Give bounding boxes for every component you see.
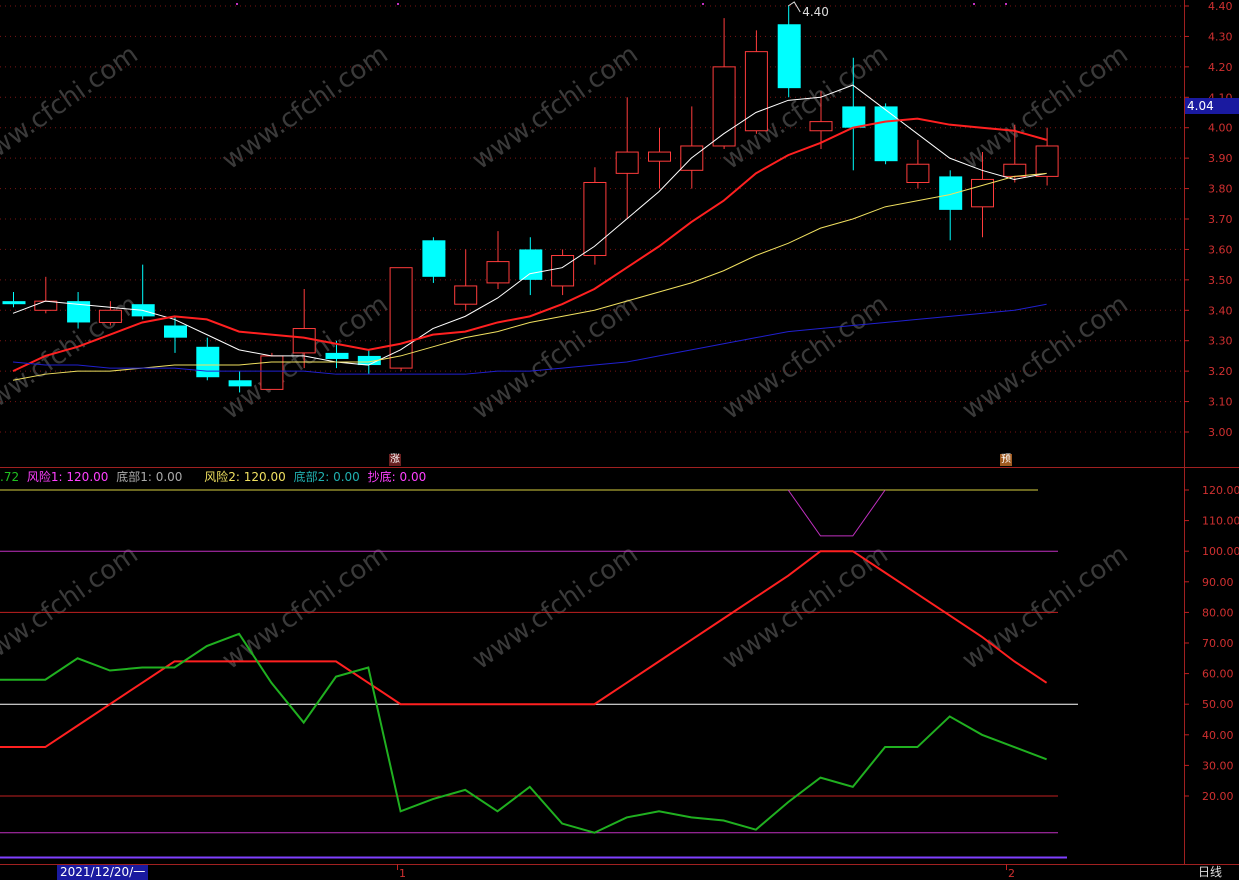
watermark-text: www.cfchi.com — [957, 539, 1134, 675]
signal-marker-zhang: 涨 — [389, 454, 401, 466]
indicator-series-line — [0, 632, 1047, 834]
legend-item: .72 — [0, 470, 20, 484]
cursor-date-label: 2021/12/20/一 — [57, 865, 149, 880]
candle-body-up — [809, 121, 833, 132]
indicator-tick-label: 80.00 — [1202, 606, 1234, 619]
candle-body-down — [196, 346, 220, 378]
candle-body-up — [292, 328, 316, 354]
candle-body-down — [325, 352, 349, 359]
top-marker-dot — [397, 3, 399, 5]
watermark-text: www.cfchi.com — [0, 539, 144, 675]
watermark-text: www.cfchi.com — [467, 539, 644, 675]
price-tick-label: 3.20 — [1208, 365, 1233, 378]
candle-body-up — [1035, 145, 1059, 177]
candle-body-down — [2, 301, 26, 305]
candle-body-up — [615, 151, 639, 174]
indicator-series-line — [0, 550, 1048, 749]
top-marker-dot — [973, 3, 975, 5]
high-price-label: 4.40 — [802, 5, 829, 19]
candle-body-down — [939, 176, 963, 210]
watermark-text: www.cfchi.com — [0, 39, 144, 175]
legend-item: 底部1: 0.00 — [116, 470, 183, 484]
candle-body-down — [842, 106, 866, 128]
price-tick-label: 3.30 — [1208, 335, 1233, 348]
price-tick-label: 3.90 — [1208, 152, 1233, 165]
price-tick-label: 4.30 — [1208, 30, 1233, 43]
top-marker-dot — [236, 3, 238, 5]
candle-body-up — [906, 163, 930, 183]
candle-body-down — [519, 249, 543, 280]
indicator-tick-label: 70.00 — [1202, 637, 1234, 650]
time-tick-label: 2 — [1008, 867, 1015, 880]
indicator-tick-label: 50.00 — [1202, 698, 1234, 711]
candle-body-up — [486, 261, 510, 284]
signal-marker-yu: 预 — [1000, 454, 1012, 466]
indicator-tick-label: 30.00 — [1202, 759, 1234, 772]
price-tick-label: 3.40 — [1208, 304, 1233, 317]
time-tick-label: 1 — [399, 867, 406, 880]
candle-body-up — [551, 255, 575, 287]
price-tick-label: 3.10 — [1208, 396, 1233, 409]
legend-item: 风险1: 120.00 — [26, 470, 109, 484]
candle-body-down — [164, 325, 187, 338]
top-marker-dot — [702, 3, 704, 5]
indicator-tick-label: 40.00 — [1202, 729, 1234, 742]
price-tick-label: 3.00 — [1208, 426, 1233, 439]
price-tick-label: 4.40 — [1208, 0, 1233, 13]
indicator-tick-label: 100.00 — [1202, 545, 1239, 558]
watermark-text: www.cfchi.com — [717, 39, 894, 175]
indicator-tick-label: 110.00 — [1202, 515, 1239, 528]
candle-body-down — [777, 24, 801, 89]
indicator-tick-label: 120.00 — [1202, 484, 1239, 497]
candle-body-up — [1003, 163, 1027, 177]
candle-body-down — [228, 380, 252, 387]
period-label[interactable]: 日线 — [1198, 865, 1222, 880]
candle-body-up — [98, 309, 122, 323]
candle-body-down — [422, 240, 446, 277]
candle-body-up — [454, 285, 478, 305]
stock-chart[interactable]: www.cfchi.com www.cfchi.com www.cfchi.com w… — [0, 0, 1239, 880]
indicator-series-line — [787, 489, 886, 537]
candle-body-up — [744, 51, 768, 132]
high-pointer — [787, 1, 801, 13]
price-tick-label: 3.70 — [1208, 213, 1233, 226]
indicator-tick-label: 60.00 — [1202, 668, 1234, 681]
indicator-tick-label: 20.00 — [1202, 790, 1234, 803]
top-marker-dot — [1005, 3, 1007, 5]
price-tick-label: 4.20 — [1208, 61, 1233, 74]
price-tick-label: 4.00 — [1208, 122, 1233, 135]
candle-body-up — [648, 151, 671, 162]
price-tick-label: 3.50 — [1208, 274, 1233, 287]
legend-item: 抄底: 0.00 — [367, 470, 427, 484]
candle-body-up — [712, 66, 736, 147]
watermark-text: www.cfchi.com — [217, 39, 394, 175]
price-tick-label: 3.60 — [1208, 243, 1233, 256]
price-tick-label: 3.80 — [1208, 183, 1233, 196]
candle-body-up — [260, 355, 284, 390]
legend-item: 风险2: 120.00 — [204, 470, 286, 484]
legend-item: 底部2: 0.00 — [293, 470, 360, 484]
watermark-text: www.cfchi.com — [217, 539, 394, 675]
current-price-tag: 4.04 — [1185, 98, 1239, 114]
candle-body-up — [34, 300, 58, 311]
indicator-legend: .72 风险1: 120.00 底部1: 0.00 风险2: 120.00 底部… — [0, 470, 430, 484]
indicator-tick-label: 90.00 — [1202, 576, 1234, 589]
candle-body-up — [583, 181, 607, 257]
candle-body-down — [874, 106, 898, 162]
